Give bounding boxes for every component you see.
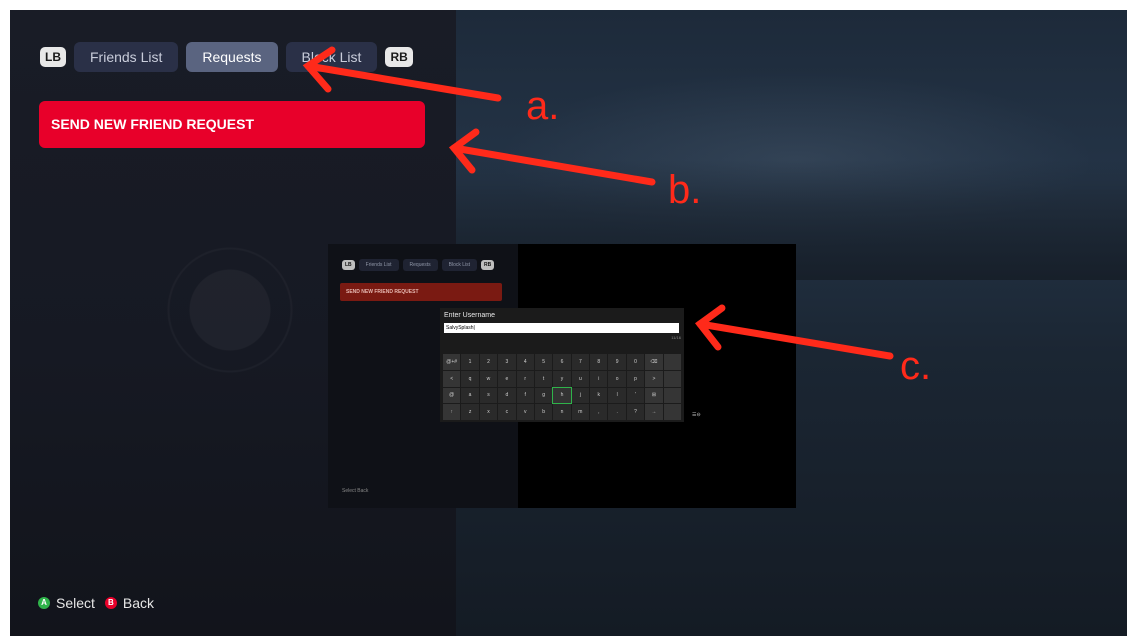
arrow-a-icon: [304, 62, 502, 102]
annotation-c: c.: [900, 344, 932, 388]
annotation-b: b.: [668, 168, 702, 212]
arrow-c-icon: [696, 320, 894, 360]
screen: LB Friends List Requests Block List RB S…: [10, 10, 1127, 636]
arrow-b-icon: [450, 144, 656, 186]
annotation-a: a.: [526, 84, 560, 128]
annotation-overlay: [302, 46, 894, 360]
